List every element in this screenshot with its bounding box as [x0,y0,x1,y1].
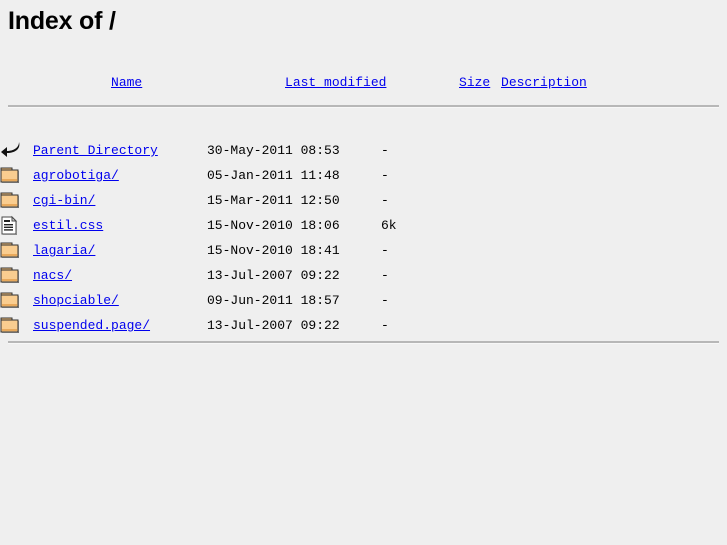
folder-icon [0,263,33,288]
table-header-row: Name Last modified Size Description [0,60,727,105]
entry-size: - [381,168,389,183]
entry-link[interactable]: agrobotiga/ [33,168,119,183]
table-row: Parent Directory 30-May-2011 08:53 - [0,138,727,163]
entry-description [423,263,727,288]
entry-link[interactable]: Parent Directory [33,143,158,158]
folder-icon [0,288,33,313]
directory-rows-table: Parent Directory 30-May-2011 08:53- agrobo… [0,108,727,338]
entry-name-cell: nacs/ [33,263,207,288]
entry-description [423,238,727,263]
back-arrow-icon [0,138,33,163]
table-row: agrobotiga/05-Jan-2011 11:48 - [0,163,727,188]
entry-link[interactable]: lagaria/ [33,243,95,258]
entry-description [423,188,727,213]
document-icon [0,213,33,238]
entry-link[interactable]: cgi-bin/ [33,193,95,208]
entry-name-cell: cgi-bin/ [33,188,207,213]
entry-link[interactable]: estil.css [33,218,103,233]
entry-description [423,313,727,338]
entry-link[interactable]: shopciable/ [33,293,119,308]
entry-size: - [381,293,389,308]
sort-by-description-link[interactable]: Description [501,75,587,90]
entry-name-cell: shopciable/ [33,288,207,313]
table-row: suspended.page/13-Jul-2007 09:22 - [0,313,727,338]
table-row: lagaria/15-Nov-2010 18:41 - [0,238,727,263]
column-header-name[interactable]: Name [33,60,207,105]
page-title: Index of / [8,7,116,35]
entry-link[interactable]: suspended.page/ [33,318,150,333]
entry-description [423,213,727,238]
entry-name-cell: suspended.page/ [33,313,207,338]
entry-link[interactable]: nacs/ [33,268,72,283]
sort-by-last-modified-link[interactable]: Last modified [285,75,386,90]
entry-name-cell: lagaria/ [33,238,207,263]
entry-size: - [381,243,389,258]
entry-size: - [381,268,389,283]
table-row: estil.css 15-Nov-2010 18:06 6k [0,213,727,238]
sort-by-name-link[interactable]: Name [111,75,142,90]
folder-icon [0,188,33,213]
entry-size: - [381,193,389,208]
header-icon-spacer [0,60,33,105]
table-spacer-cell [0,108,727,138]
entry-description [423,138,727,163]
entry-name-cell: estil.css [33,213,207,238]
entry-last-modified: 09-Jun-2011 18:57 [207,293,340,308]
column-header-size[interactable]: Size [381,60,490,105]
folder-icon [0,313,33,338]
entry-last-modified: 30-May-2011 08:53 [207,143,340,158]
entry-description [423,288,727,313]
entry-name-cell: Parent Directory [33,138,207,163]
entry-name-cell: agrobotiga/ [33,163,207,188]
entry-size: 6k [381,218,397,233]
directory-listing: Name Last modified Size Description Pare… [0,60,727,344]
footer-divider [8,341,719,344]
folder-icon [0,163,33,188]
table-row: nacs/13-Jul-2007 09:22 - [0,263,727,288]
table-spacer-row [0,108,727,138]
table-row: shopciable/09-Jun-2011 18:57 - [0,288,727,313]
column-header-description[interactable]: Description [423,60,727,105]
entry-last-modified: 05-Jan-2011 11:48 [207,168,340,183]
folder-icon [0,238,33,263]
entry-last-modified: 15-Nov-2010 18:06 [207,218,340,233]
entry-description [423,163,727,188]
entry-last-modified: 13-Jul-2007 09:22 [207,268,340,283]
entry-size: - [381,143,389,158]
entry-last-modified: 13-Jul-2007 09:22 [207,318,340,333]
entry-last-modified: 15-Nov-2010 18:41 [207,243,340,258]
entry-last-modified: 15-Mar-2011 12:50 [207,193,340,208]
directory-index-table: Name Last modified Size Description [0,60,727,105]
entry-size: - [381,318,389,333]
column-header-last-modified[interactable]: Last modified [207,60,386,105]
table-row: cgi-bin/15-Mar-2011 12:50 - [0,188,727,213]
